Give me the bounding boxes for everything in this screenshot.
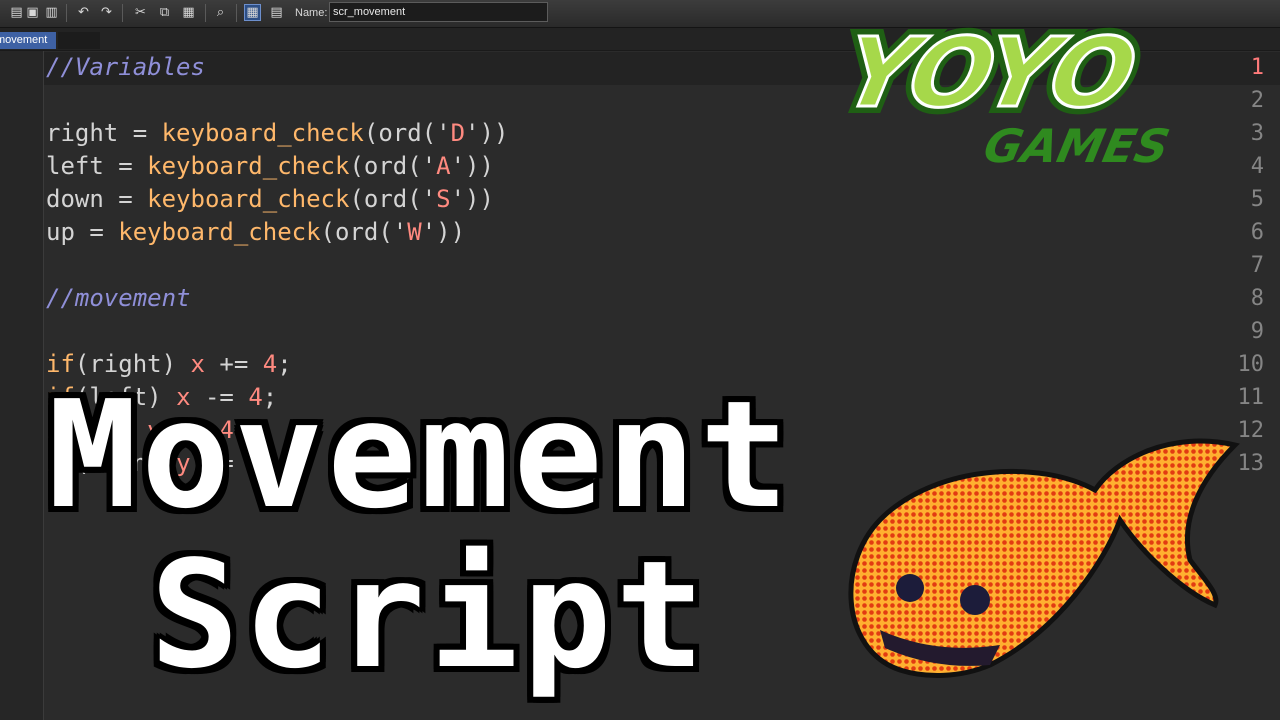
code-line[interactable]: //movement bbox=[46, 282, 191, 315]
code-line[interactable]: //Variables bbox=[46, 51, 205, 84]
line-number: 10 bbox=[1237, 352, 1265, 377]
line-number: 9 bbox=[1250, 319, 1264, 344]
find-icon[interactable]: ⌕ bbox=[212, 4, 229, 21]
line-number: 7 bbox=[1250, 253, 1264, 278]
code-line[interactable]: left = keyboard_check(ord('A')) bbox=[46, 150, 494, 183]
properties-icon[interactable]: ▤ bbox=[268, 4, 285, 21]
tab-movement[interactable]: movement bbox=[0, 32, 56, 49]
logo-top-text: YOYO bbox=[838, 17, 1146, 129]
undo-icon[interactable]: ↶ bbox=[75, 4, 92, 21]
line-number: 8 bbox=[1250, 286, 1264, 311]
script-name-input[interactable] bbox=[329, 2, 548, 22]
line-number: 6 bbox=[1250, 220, 1264, 245]
grid-icon[interactable]: ▦ bbox=[244, 4, 261, 21]
line-number: 5 bbox=[1250, 187, 1264, 212]
cut-icon[interactable]: ✂ bbox=[132, 4, 149, 21]
code-line[interactable]: right = keyboard_check(ord('D')) bbox=[46, 117, 508, 150]
redo-icon[interactable]: ↷ bbox=[98, 4, 115, 21]
save-icon[interactable]: ▣ bbox=[24, 4, 41, 21]
name-label: Name: bbox=[295, 7, 328, 19]
logo-bottom-text: GAMES bbox=[979, 119, 1174, 172]
video-title-line1: Movement bbox=[48, 369, 793, 541]
line-number: 11 bbox=[1237, 385, 1265, 410]
tab-empty[interactable] bbox=[58, 32, 100, 49]
video-title-line2: Script bbox=[150, 529, 709, 701]
copy-icon[interactable]: ⧉ bbox=[156, 4, 173, 21]
save-as-icon[interactable]: ▥ bbox=[43, 4, 60, 21]
line-number-gutter bbox=[0, 51, 44, 720]
yoyo-games-logo: YOYO YOYO GAMES bbox=[838, 14, 1174, 173]
fish-mascot-icon bbox=[848, 438, 1240, 678]
paste-icon[interactable]: ▦ bbox=[180, 4, 197, 21]
code-line[interactable]: up = keyboard_check(ord('W')) bbox=[46, 216, 465, 249]
new-icon[interactable]: ▤ bbox=[8, 4, 25, 21]
code-line[interactable]: down = keyboard_check(ord('S')) bbox=[46, 183, 494, 216]
